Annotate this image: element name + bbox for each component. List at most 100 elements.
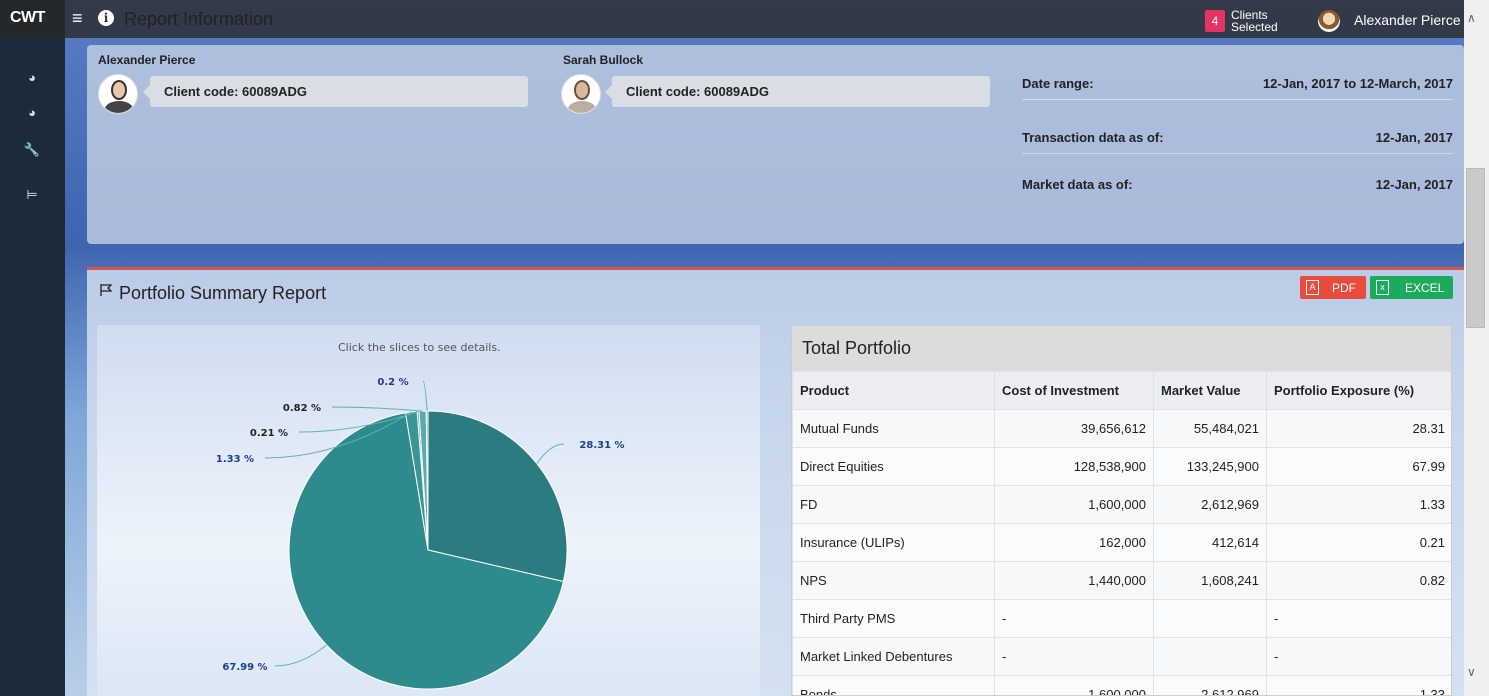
cell-market-value: 55,484,021 — [1153, 409, 1267, 448]
hamburger-menu-icon[interactable]: ≡ — [72, 8, 83, 28]
cell-market-value: 133,245,900 — [1153, 447, 1267, 486]
chevron-down-icon[interactable]: ∨ — [1467, 665, 1476, 679]
cell-cost: 128,538,900 — [994, 447, 1154, 486]
cell-market-value: 2,612,969 — [1153, 675, 1267, 695]
client-code-1: Client code: 60089ADG — [143, 76, 528, 107]
transaction-date-row: Transaction data as of: 12-Jan, 2017 — [1022, 124, 1453, 154]
cell-cost: - — [994, 599, 1154, 638]
cell-product: Bonds — [792, 675, 995, 695]
client-code-2: Client code: 60089ADG — [605, 76, 990, 107]
header-market-value: Market Value — [1153, 371, 1267, 410]
market-value: 12-Jan, 2017 — [1375, 177, 1453, 192]
table-row[interactable]: Bonds 1,600,000 2,612,969 1.33 — [792, 675, 1451, 695]
scrollbar-thumb[interactable] — [1466, 168, 1485, 328]
cell-exposure: 1.33 — [1266, 485, 1451, 524]
transaction-label: Transaction data as of: — [1022, 130, 1164, 145]
clients-count-badge[interactable]: 4 — [1205, 10, 1225, 32]
slice-connector — [274, 644, 327, 667]
cell-product: NPS — [792, 561, 995, 600]
slice-connector — [536, 443, 565, 464]
cell-cost: 1,600,000 — [994, 485, 1154, 524]
cell-market-value — [1153, 599, 1267, 638]
scrollbar-track[interactable] — [1464, 0, 1489, 696]
page-title: Report Information — [124, 9, 274, 29]
pdf-file-icon: A — [1306, 280, 1319, 295]
table-row[interactable]: Third Party PMS - - — [792, 599, 1451, 638]
slice-label: 0.82 % — [283, 403, 321, 414]
clients-selected-label[interactable]: Clients Selected — [1231, 9, 1278, 33]
table-row[interactable]: NPS 1,440,000 1,608,241 0.82 — [792, 561, 1451, 600]
table-row[interactable]: FD 1,600,000 2,612,969 1.33 — [792, 485, 1451, 524]
header-product: Product — [792, 371, 995, 410]
slice-label: 0.2 % — [377, 377, 408, 388]
cell-market-value — [1153, 637, 1267, 676]
slice-connector — [331, 406, 423, 412]
date-range-row: Date range: 12-Jan, 2017 to 12-March, 20… — [1022, 70, 1453, 100]
cell-product: Mutual Funds — [792, 409, 995, 448]
dashboard-icon[interactable]: ◕ — [22, 68, 42, 88]
cell-exposure: - — [1266, 637, 1451, 676]
table-row[interactable]: Mutual Funds 39,656,612 55,484,021 28.31 — [792, 409, 1451, 448]
pdf-button-label: PDF — [1332, 281, 1356, 295]
cell-cost: 39,656,612 — [994, 409, 1154, 448]
excel-button[interactable]: x EXCEL — [1370, 276, 1453, 299]
table-row[interactable]: Market Linked Debentures - - — [792, 637, 1451, 676]
cell-exposure: 67.99 — [1266, 447, 1451, 486]
table-row[interactable]: Direct Equities 128,538,900 133,245,900 67.… — [792, 447, 1451, 486]
slice-connector — [422, 380, 428, 412]
table-header-row: Product Cost of Investment Market Value … — [792, 371, 1451, 410]
date-range-value: 12-Jan, 2017 to 12-March, 2017 — [1262, 76, 1453, 91]
client-avatar-2 — [561, 74, 601, 114]
cell-product: Market Linked Debentures — [792, 637, 995, 676]
portfolio-table: Product Cost of Investment Market Value … — [792, 371, 1451, 695]
header-cost: Cost of Investment — [994, 371, 1154, 410]
dashboard-alt-icon[interactable]: ◕ — [22, 103, 42, 123]
cell-cost: - — [994, 637, 1154, 676]
slice-label: 28.31 % — [579, 440, 624, 451]
pdf-button[interactable]: A PDF — [1300, 276, 1366, 299]
slice-label: 67.99 % — [222, 662, 267, 673]
total-portfolio-table-box: Total Portfolio Product Cost of Investme… — [791, 325, 1452, 696]
cell-market-value: 1,608,241 — [1153, 561, 1267, 600]
excel-button-label: EXCEL — [1405, 281, 1445, 295]
table-title: Total Portfolio — [792, 326, 1451, 371]
cell-exposure: 1.33 — [1266, 675, 1451, 695]
client-name-2: Sarah Bullock — [563, 53, 644, 67]
cell-product: FD — [792, 485, 995, 524]
slice-label: 1.33 % — [216, 454, 254, 465]
cell-exposure: - — [1266, 599, 1451, 638]
portfolio-title: Portfolio Summary Report — [119, 283, 327, 303]
wrench-icon[interactable]: 🔧 — [22, 140, 42, 160]
user-avatar[interactable] — [1318, 10, 1340, 32]
slice-label: 0.21 % — [250, 428, 288, 439]
excel-file-icon: x — [1376, 280, 1389, 295]
sitemap-icon[interactable]: ⊨ — [22, 185, 42, 205]
chart-hint: Click the slices to see details. — [338, 341, 501, 354]
pie-chart[interactable]: 28.31 % 67.99 % 1.33 % 0.21 % 0.82 % 0.2 % — [97, 360, 760, 696]
info-icon: i — [98, 10, 114, 26]
market-date-row: Market data as of: 12-Jan, 2017 — [1022, 171, 1453, 201]
client-avatar-1 — [98, 74, 138, 114]
clients-label-line2: Selected — [1231, 20, 1278, 34]
cell-market-value: 2,612,969 — [1153, 485, 1267, 524]
cell-cost: 162,000 — [994, 523, 1154, 562]
cell-product: Insurance (ULIPs) — [792, 523, 995, 562]
client-name-1: Alexander Pierce — [98, 53, 196, 67]
cell-exposure: 0.21 — [1266, 523, 1451, 562]
flag-icon — [100, 284, 113, 296]
cell-product: Third Party PMS — [792, 599, 995, 638]
cell-product: Direct Equities — [792, 447, 995, 486]
header-exposure: Portfolio Exposure (%) — [1266, 371, 1451, 410]
date-range-label: Date range: — [1022, 76, 1094, 91]
cell-exposure: 0.82 — [1266, 561, 1451, 600]
chevron-up-icon[interactable]: ∧ — [1467, 11, 1476, 25]
user-name[interactable]: Alexander Pierce — [1354, 12, 1461, 28]
cell-market-value: 412,614 — [1153, 523, 1267, 562]
brand-logo[interactable]: CWT — [10, 9, 45, 27]
sidebar: ◕ ◕ 🔧 ⊨ — [0, 0, 65, 696]
market-label: Market data as of: — [1022, 177, 1133, 192]
transaction-value: 12-Jan, 2017 — [1375, 130, 1453, 145]
table-row[interactable]: Insurance (ULIPs) 162,000 412,614 0.21 — [792, 523, 1451, 562]
cell-cost: 1,600,000 — [994, 675, 1154, 695]
cell-exposure: 28.31 — [1266, 409, 1451, 448]
